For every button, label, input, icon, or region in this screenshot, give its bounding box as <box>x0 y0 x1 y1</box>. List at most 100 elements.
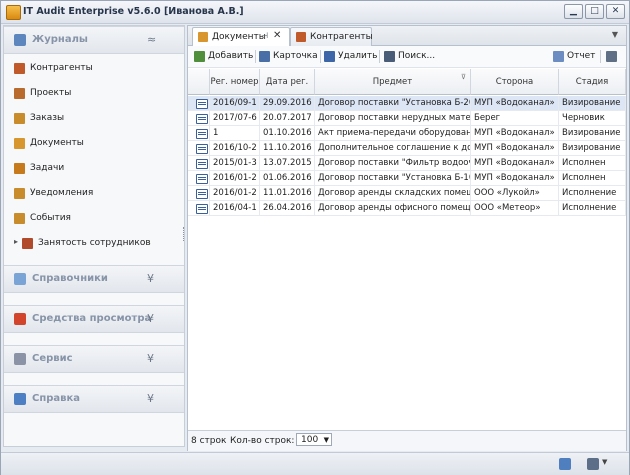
sidebar-splitter[interactable] <box>183 227 186 241</box>
row-icon-cell <box>188 96 210 111</box>
group-label: Справка <box>32 393 81 404</box>
group-header[interactable]: Средства просмотра ¥ <box>4 305 184 333</box>
group-header[interactable]: Справочники ¥ <box>4 265 184 293</box>
toolbar: Добавить Карточка Удалить Поиск... Отчет <box>188 46 626 68</box>
add-button[interactable]: Добавить <box>194 50 254 64</box>
column-header-party[interactable]: Сторона <box>471 69 559 95</box>
sidebar-item-label: Уведомления <box>30 188 94 198</box>
filter-icon[interactable]: ⊽ <box>461 72 466 82</box>
table-row[interactable]: 2016/04-1 26.04.2016 Договор аренды офисно… <box>188 201 626 216</box>
chevron-down-icon: ▼ <box>323 436 329 444</box>
table-cell-subject: Договор поставки "Фильтр водооч... <box>315 156 471 171</box>
rows-per-page-value: 100 <box>301 435 319 445</box>
card-button[interactable]: Карточка <box>259 50 318 64</box>
sidebar-item-label: Заказы <box>30 113 65 123</box>
document-record-icon <box>196 129 208 139</box>
sidebar-item[interactable]: Задачи <box>4 159 184 179</box>
table-row[interactable]: 2015/01-3 13.07.2015 Договор поставки "Фил… <box>188 156 626 171</box>
contragent-icon <box>296 32 306 42</box>
row-icon-cell <box>188 111 210 126</box>
viewer-icon <box>14 313 26 325</box>
row-icon-cell <box>188 141 210 156</box>
group-header-journals[interactable]: Журналы ≈ <box>4 26 184 54</box>
table-row[interactable]: 2016/01-2 11.01.2016 Договор аренды складс… <box>188 186 626 201</box>
sidebar-item[interactable]: Проекты <box>4 84 184 104</box>
table-row[interactable]: 2016/09-1 29.09.2016 Договор поставки "Уст… <box>188 96 626 111</box>
window-title: IT Audit Enterprise v5.6.0 [Иванова А.В.… <box>23 6 244 17</box>
help-icon <box>14 393 26 405</box>
grid-footer: 8 строк Кол-во строк: 100 ▼ <box>188 430 626 451</box>
chevron-down-icon[interactable]: ▼ <box>602 458 607 466</box>
search-button[interactable]: Поиск... <box>384 50 444 64</box>
minimize-button[interactable]: ▁ <box>564 4 583 19</box>
column-header-subject[interactable]: Предмет ⊽ <box>315 69 471 95</box>
print-button[interactable] <box>606 50 620 64</box>
table-cell-party: МУП «Водоканал» <box>471 156 559 171</box>
sidebar-item-label: Документы <box>30 138 84 148</box>
sidebar-item[interactable]: ▸ Занятость сотрудников <box>4 234 184 254</box>
report-label: Отчет <box>567 51 596 61</box>
sidebar-item[interactable]: Контрагенты <box>4 59 184 79</box>
table-row[interactable]: 1 01.10.2016 Акт приема-передачи оборудова… <box>188 126 626 141</box>
close-window-button[interactable]: ✕ <box>606 4 625 19</box>
delete-button[interactable]: Удалить <box>324 50 380 64</box>
group-header[interactable]: Справка ¥ <box>4 385 184 413</box>
sidebar-item[interactable]: Документы <box>4 134 184 154</box>
expand-chevron-icon[interactable]: ¥ <box>147 272 154 285</box>
expand-chevron-icon[interactable]: ¥ <box>147 352 154 365</box>
table-row[interactable]: 2016/10-2 11.10.2016 Дополнительное соглаш… <box>188 141 626 156</box>
table-row[interactable]: 2016/01-2 01.06.2016 Договор поставки "Уст… <box>188 171 626 186</box>
display-icon[interactable] <box>587 458 599 470</box>
table-cell-stage: Исполнен <box>559 171 626 186</box>
column-header-reg-number[interactable]: Рег. номер <box>210 69 260 95</box>
sidebar-item[interactable]: Заказы <box>4 109 184 129</box>
expand-chevron-icon[interactable]: ¥ <box>147 312 154 325</box>
group-header[interactable]: Сервис ¥ <box>4 345 184 373</box>
pin-icon[interactable]: ⊣ <box>261 31 268 40</box>
table-cell-stage: Визирование <box>559 141 626 156</box>
tab-documents[interactable]: Документы ⊣ ✕ <box>192 27 290 47</box>
table-cell-stage: Черновик <box>559 111 626 126</box>
binoculars-icon <box>384 51 395 62</box>
column-header-icon <box>188 69 210 95</box>
search-label: Поиск... <box>398 51 436 61</box>
table-cell-subject: Договор поставки "Установка Б-200" <box>315 96 471 111</box>
column-header-reg-date[interactable]: Дата рег. <box>260 69 315 95</box>
document-icon <box>14 138 25 149</box>
expand-chevron-icon[interactable]: ¥ <box>147 392 154 405</box>
tab-contragents[interactable]: Контрагенты <box>290 27 373 46</box>
document-record-icon <box>196 144 208 154</box>
report-button[interactable]: Отчет <box>553 50 597 64</box>
sidebar-item[interactable]: Уведомления <box>4 184 184 204</box>
close-tab-icon[interactable]: ✕ <box>273 30 281 41</box>
rows-per-page-select[interactable]: 100 ▼ <box>296 433 332 446</box>
table-cell-party: ООО «Лукойл» <box>471 186 559 201</box>
table-cell-subject: Договор поставки нерудных мате... <box>315 111 471 126</box>
table-cell-party: ООО «Метеор» <box>471 201 559 216</box>
table-cell-date: 11.10.2016 <box>260 141 315 156</box>
title-bar: IT Audit Enterprise v5.6.0 [Иванова А.В.… <box>1 1 629 24</box>
group-label: Сервис <box>32 353 73 364</box>
table-cell-num: 2016/04-1 <box>210 201 260 216</box>
row-icon-cell <box>188 186 210 201</box>
table-cell-stage: Исполнение <box>559 186 626 201</box>
expand-arrow-icon[interactable]: ▸ <box>14 237 18 246</box>
sidebar-item[interactable]: События <box>4 209 184 229</box>
tab-strip: Документы ⊣ ✕ Контрагенты ▼ <box>188 26 626 47</box>
user-status-icon[interactable] <box>559 458 571 470</box>
maximize-button[interactable]: □ <box>585 4 604 19</box>
table-cell-stage: Исполнение <box>559 201 626 216</box>
tab-label: Документы <box>212 32 266 42</box>
toolbar-separator <box>379 50 380 63</box>
table-cell-party: МУП «Водоканал» <box>471 171 559 186</box>
collapse-chevron-icon[interactable]: ≈ <box>147 33 156 46</box>
main-panel: Документы ⊣ ✕ Контрагенты ▼ Добавить Кар… <box>187 25 627 451</box>
printer-icon <box>606 51 617 62</box>
tab-list-dropdown-icon[interactable]: ▼ <box>612 30 618 39</box>
table-row[interactable]: 2017/07-6 20.07.2017 Договор поставки неру… <box>188 111 626 126</box>
journals-icon <box>14 34 26 46</box>
table-cell-party: Берег <box>471 111 559 126</box>
column-header-stage[interactable]: Стадия <box>559 69 626 95</box>
delete-icon <box>324 51 335 62</box>
table-cell-num: 2016/01-2 <box>210 171 260 186</box>
